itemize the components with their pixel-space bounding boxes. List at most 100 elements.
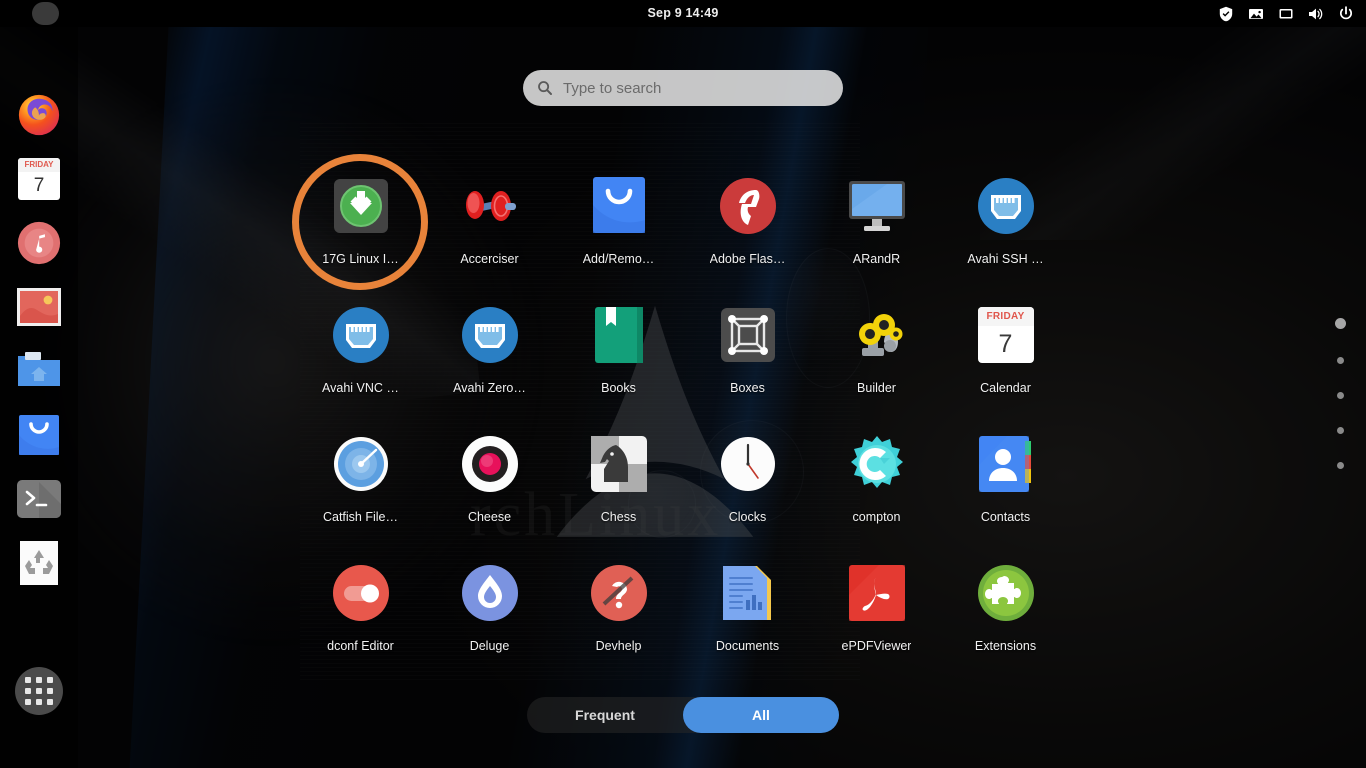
question-mark-icon [587, 561, 651, 625]
photos-icon [17, 288, 61, 326]
cyan-gear-c-icon [845, 432, 909, 496]
green-book-icon [587, 303, 651, 367]
software-bag-icon [587, 174, 651, 238]
files-folder-icon [18, 352, 60, 386]
dumbbell-icon [458, 174, 522, 238]
app-builder[interactable]: Builder [812, 289, 941, 418]
app-label: Calendar [980, 381, 1031, 395]
dash-dock: FRIDAY 7 [0, 27, 78, 768]
screenshot-image-icon [1248, 6, 1264, 22]
tab-frequent[interactable]: Frequent [527, 697, 683, 733]
search-placeholder: Type to search [563, 79, 662, 97]
dock-item-music[interactable] [15, 219, 63, 267]
clock[interactable]: Sep 9 14:49 [0, 0, 1366, 27]
page-dot[interactable] [1337, 392, 1344, 399]
app-extensions[interactable]: Extensions [941, 547, 1070, 676]
app-dconf-editor[interactable]: dconf Editor [296, 547, 425, 676]
app-label: Extensions [974, 639, 1037, 653]
trash-icon [20, 541, 58, 585]
calendar-icon: FRIDAY 7 [974, 303, 1038, 367]
view-selector: Frequent All [527, 697, 839, 733]
toggle-switch-icon [329, 561, 393, 625]
shield-check-icon [1218, 6, 1234, 22]
app-label: Add/Remo… [582, 252, 655, 266]
app-label: Books [601, 381, 636, 395]
app-17g-linux-installer[interactable]: 17G Linux I… [296, 160, 425, 289]
network-jack-icon [329, 303, 393, 367]
app-devhelp[interactable]: Devhelp [554, 547, 683, 676]
dock-item-files[interactable] [15, 347, 63, 395]
app-label: Clocks [728, 510, 767, 524]
app-label: ARandR [852, 252, 901, 266]
power-icon [1338, 5, 1354, 22]
app-compton[interactable]: compton [812, 418, 941, 547]
app-label: Deluge [469, 639, 510, 653]
dock-item-firefox[interactable] [15, 91, 63, 139]
water-drop-icon [458, 561, 522, 625]
app-label: Cheese [467, 510, 512, 524]
app-documents[interactable]: Documents [683, 547, 812, 676]
app-avahi-zeroconf-browser[interactable]: Avahi Zero… [425, 289, 554, 418]
app-cheese[interactable]: Cheese [425, 418, 554, 547]
flash-icon [716, 174, 780, 238]
search-icon [537, 80, 553, 96]
app-deluge[interactable]: Deluge [425, 547, 554, 676]
pdf-icon [845, 561, 909, 625]
boxes-cube-icon [716, 303, 780, 367]
page-dot[interactable] [1335, 318, 1346, 329]
calendar-day-name: FRIDAY [18, 158, 60, 172]
dock-item-calendar[interactable]: FRIDAY 7 [15, 155, 63, 203]
tab-all[interactable]: All [683, 697, 839, 733]
app-label: Adobe Flas… [709, 252, 786, 266]
analog-clock-icon [716, 432, 780, 496]
app-catfish-file-search[interactable]: Catfish File… [296, 418, 425, 547]
app-label: Devhelp [595, 639, 642, 653]
app-avahi-ssh-server-browser[interactable]: Avahi SSH … [941, 160, 1070, 289]
page-dot[interactable] [1337, 427, 1344, 434]
status-area[interactable] [1218, 0, 1354, 27]
dock-item-software[interactable] [15, 411, 63, 459]
page-dot[interactable] [1337, 462, 1344, 469]
app-add-remove-software[interactable]: Add/Remo… [554, 160, 683, 289]
app-arandr[interactable]: ARandR [812, 160, 941, 289]
firefox-icon [18, 94, 60, 136]
app-label: Avahi SSH … [967, 252, 1044, 266]
app-accerciser[interactable]: Accerciser [425, 160, 554, 289]
app-label: Catfish File… [322, 510, 399, 524]
app-label: compton [852, 510, 901, 524]
calendar-day-name: FRIDAY [977, 307, 1034, 326]
app-contacts[interactable]: Contacts [941, 418, 1070, 547]
display-screencast-icon [1278, 6, 1294, 22]
app-label: ePDFViewer [841, 639, 912, 653]
app-label: 17G Linux I… [322, 252, 399, 266]
app-label: Avahi Zero… [453, 381, 526, 395]
dock-item-trash[interactable] [15, 539, 63, 587]
puzzle-piece-icon [974, 561, 1038, 625]
app-clocks[interactable]: Clocks [683, 418, 812, 547]
search-input[interactable]: Type to search [523, 70, 843, 106]
show-applications-button[interactable] [15, 667, 63, 715]
network-jack-icon [458, 303, 522, 367]
app-label: Documents [715, 639, 780, 653]
app-chess[interactable]: Chess [554, 418, 683, 547]
page-indicator[interactable] [1335, 318, 1346, 469]
contacts-person-icon [974, 432, 1038, 496]
app-avahi-vnc-server-browser[interactable]: Avahi VNC … [296, 289, 425, 418]
calendar-icon: FRIDAY 7 [18, 158, 60, 200]
page-dot[interactable] [1337, 357, 1344, 364]
app-calendar[interactable]: FRIDAY 7 Calendar [941, 289, 1070, 418]
application-grid: 17G Linux I… Accerciser Add/Remo… Adobe … [230, 160, 1136, 676]
app-books[interactable]: Books [554, 289, 683, 418]
software-bag-icon [19, 415, 59, 455]
network-jack-icon [974, 174, 1038, 238]
app-label: Accerciser [460, 252, 519, 266]
dock-item-terminal[interactable] [15, 475, 63, 523]
app-epdfviewer[interactable]: ePDFViewer [812, 547, 941, 676]
download-arrow-icon [329, 174, 393, 238]
app-boxes[interactable]: Boxes [683, 289, 812, 418]
calendar-day-number: 7 [998, 330, 1013, 358]
app-adobe-flash[interactable]: Adobe Flas… [683, 160, 812, 289]
top-bar: Sep 9 14:49 [0, 0, 1366, 27]
dock-item-photos[interactable] [15, 283, 63, 331]
music-icon [17, 221, 61, 265]
